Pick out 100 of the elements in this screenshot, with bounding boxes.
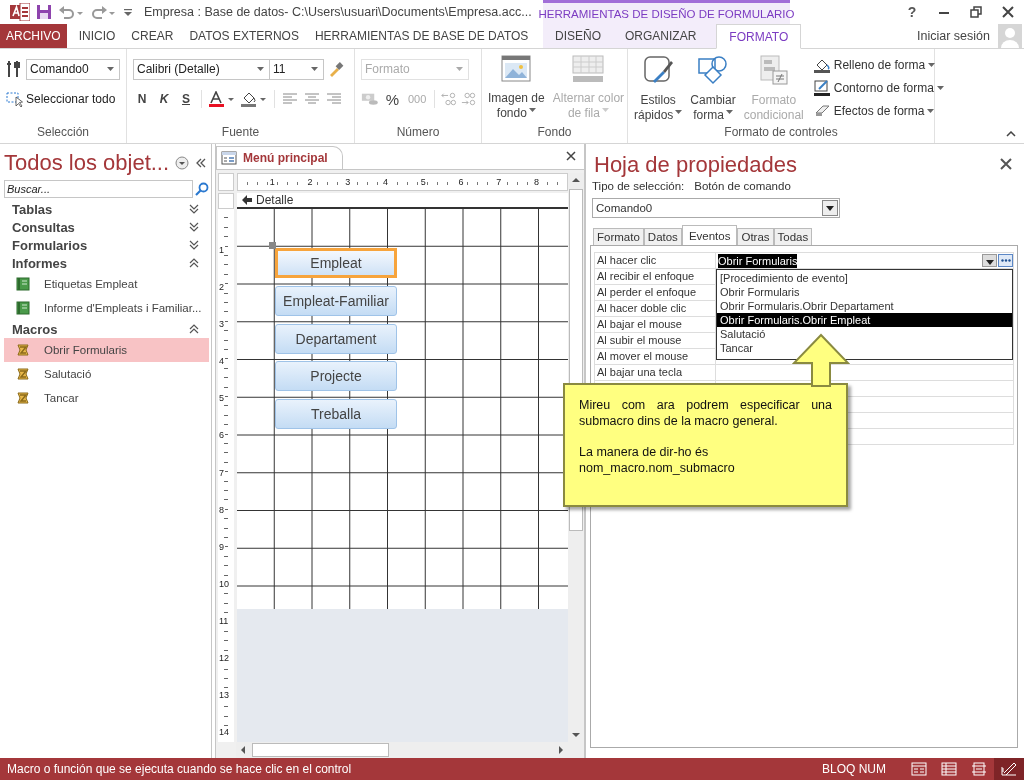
view-icon (1001, 762, 1017, 776)
group-header[interactable]: Tablas (4, 200, 209, 218)
navigation-item[interactable]: Informe d'Empleats i Familiar... (4, 296, 209, 320)
bold-button[interactable]: N (133, 92, 151, 106)
selection-type: Botón de comando (694, 180, 791, 192)
property-value[interactable]: Obrir Formularis (718, 253, 798, 268)
italic-button[interactable]: K (155, 92, 173, 106)
navigation-item[interactable]: Salutació (4, 362, 209, 386)
caret-icon (257, 67, 264, 71)
group-label: Número (395, 125, 441, 141)
property-tab[interactable]: Todas (773, 228, 813, 245)
num-lock-indicator: BLOQ NUM (822, 762, 886, 776)
dropdown-option[interactable]: Obrir Formularis.Obrir Empleat (717, 313, 1012, 327)
form-button[interactable]: Empleat (275, 248, 397, 278)
dropdown-circle-icon[interactable] (175, 156, 190, 170)
window-title: Empresa : Base de datos- C:\Users\usuari\Documents\Empresa.acc... (144, 5, 532, 19)
ribbon-tab[interactable]: FORMATO (716, 24, 802, 49)
form-button[interactable]: Projecte (275, 361, 397, 392)
close-icon (1002, 6, 1014, 18)
navigation-pane-title[interactable]: Todos los objet... (4, 150, 170, 176)
undo-icon[interactable] (58, 4, 84, 20)
select-all-button[interactable]: Seleccionar todo (6, 91, 116, 107)
property-tab[interactable]: Formato (593, 228, 644, 245)
object-combo[interactable]: Comando0 (26, 58, 120, 80)
dropdown-option[interactable]: Tancar (717, 341, 1012, 355)
navigation-item[interactable]: Etiquetas Empleat (4, 272, 209, 296)
percent-button[interactable]: % (382, 91, 402, 107)
navigation-item[interactable]: Obrir Formularis (4, 338, 209, 362)
font-color-button[interactable] (208, 91, 236, 107)
property-tab[interactable]: Eventos (681, 225, 738, 245)
move-handle[interactable] (269, 242, 276, 249)
background-image-button[interactable]: Imagen de fondo (485, 55, 548, 125)
ribbon-tab[interactable]: INICIO (70, 24, 124, 48)
property-sheet-title: Hoja de propiedades (593, 152, 798, 178)
caret-icon (936, 85, 944, 90)
report-icon (16, 301, 30, 315)
ribbon-tab[interactable]: DATOS EXTERNOS (181, 24, 307, 48)
group-header[interactable]: Macros (4, 320, 209, 338)
shape-outline-button[interactable]: Contorno de forma (812, 78, 944, 97)
view-icon (941, 762, 957, 776)
form-button[interactable]: Departament (275, 323, 397, 354)
caret-icon (928, 62, 936, 67)
table-rows-icon (572, 55, 605, 83)
collapse-pane-icon[interactable] (195, 158, 208, 168)
group-header[interactable]: Consultas (4, 218, 209, 236)
collapse-ribbon-icon[interactable] (1006, 131, 1016, 137)
dropdown-option[interactable]: [Procedimiento de evento] (717, 271, 1012, 285)
property-icon[interactable] (6, 60, 22, 78)
callout-text: La manera de dir-ho és nom_macro.nom_submacro (579, 444, 736, 476)
dropdown-button[interactable] (982, 254, 997, 267)
group-header[interactable]: Informes (4, 254, 209, 272)
ribbon-tab[interactable]: ORGANIZAR (613, 24, 709, 48)
quick-styles-button[interactable]: Estilos rápidos (631, 55, 686, 125)
dropdown-option[interactable]: Salutació (717, 327, 1012, 341)
design-view-button[interactable] (994, 758, 1024, 780)
object-combo[interactable]: Comando0 (592, 198, 840, 218)
underline-button[interactable]: S (177, 92, 195, 106)
caret-icon (927, 108, 935, 113)
change-shape-button[interactable]: Cambiar forma (687, 55, 739, 125)
group-label: Formato de controles (723, 125, 839, 141)
ribbon-tab[interactable]: CREAR (123, 24, 182, 48)
font-combo[interactable]: Calibri (Detalle) (133, 58, 270, 80)
dropdown-button[interactable] (822, 200, 838, 216)
status-message: Macro o función que se ejecuta cuando se hace clic en el control (7, 762, 352, 776)
dropdown-option[interactable]: Obrir Formularis (717, 285, 1012, 299)
report-icon (16, 277, 30, 291)
fill-color-button[interactable] (240, 91, 268, 107)
ribbon-tab[interactable]: DISEÑO (543, 24, 613, 48)
property-tab[interactable]: Otras (737, 228, 774, 245)
group-header[interactable]: Formularios (4, 236, 209, 254)
shape-effects-button[interactable]: Efectos de forma (812, 101, 944, 120)
form-button[interactable]: Empleat-Familiar (275, 285, 397, 316)
sign-in-link[interactable]: Iniciar sesión (917, 29, 990, 43)
search-field[interactable]: Buscar... (4, 180, 193, 198)
group-label: Fondo (536, 125, 573, 141)
access-logo-icon (10, 3, 30, 21)
scroll-icon (16, 343, 30, 357)
dropdown-option[interactable]: Obrir Formularis.Obrir Departament (717, 299, 1012, 313)
close-icon (1000, 157, 1012, 170)
callout-text: Mireu com ara podrem especificar una submacro dins de la macro general. (579, 397, 832, 429)
conditional-table-icon (758, 55, 789, 85)
customize-toolbar-icon[interactable] (122, 6, 134, 18)
builder-button[interactable] (998, 254, 1013, 267)
document-tab[interactable]: Menú principal (216, 146, 343, 169)
vertical-ruler: 1 2 3 4 5 6 7 8 9 10 11 12 13 14 (218, 209, 234, 742)
search-icon[interactable] (195, 182, 209, 196)
section-header: Detalle (237, 193, 568, 209)
ribbon-tab[interactable]: HERRAMIENTAS DE BASE DE DATOS (306, 24, 537, 48)
brush-icon (643, 55, 674, 85)
property-tab[interactable]: Datos (643, 228, 682, 245)
shape-fill-button[interactable]: Relleno de forma (812, 55, 944, 74)
save-icon[interactable] (36, 4, 52, 20)
redo-icon[interactable] (90, 4, 116, 20)
form-button[interactable]: Treballa (275, 399, 397, 429)
ribbon-tab[interactable]: ARCHIVO (0, 24, 67, 48)
navigation-item[interactable]: Tancar (4, 386, 209, 410)
close-icon (566, 150, 576, 161)
help-button[interactable]: ? (896, 1, 928, 23)
font-size-combo[interactable]: 11 (269, 58, 324, 80)
format-painter-icon[interactable] (328, 61, 344, 77)
